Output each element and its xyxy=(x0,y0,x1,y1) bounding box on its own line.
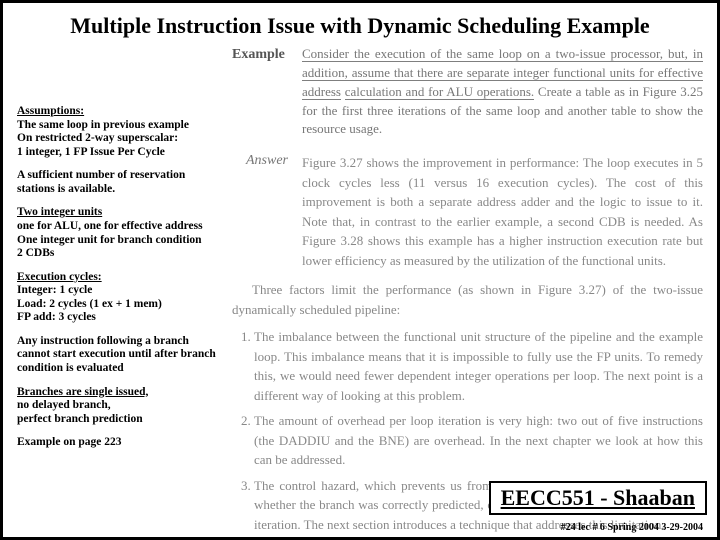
example-row: Example Consider the execution of the sa… xyxy=(232,45,703,139)
single-issue-block: Branches are single issued, no delayed b… xyxy=(17,386,222,427)
footer-course: EECC551 - Shaaban xyxy=(501,485,695,510)
right-column: Example Consider the execution of the sa… xyxy=(232,45,703,540)
page-ref: Example on page 223 xyxy=(17,436,121,448)
slide-title: Multiple Instruction Issue with Dynamic … xyxy=(17,13,703,39)
answer-label: Answer xyxy=(232,153,288,169)
two-int-block: Two integer units one for ALU, one for e… xyxy=(17,206,222,260)
example-text: Consider the execution of the same loop … xyxy=(302,45,703,139)
two-int-heading: Two integer units xyxy=(17,206,102,218)
slide-frame: Multiple Instruction Issue with Dynamic … xyxy=(0,0,720,540)
assumptions-body: The same loop in previous example On res… xyxy=(17,119,189,158)
factors-intro: Three factors limit the performance (as … xyxy=(232,280,703,319)
assumptions-block: Assumptions: The same loop in previous e… xyxy=(17,105,222,159)
factor-item: The imbalance between the functional uni… xyxy=(254,327,703,405)
body-row: Assumptions: The same loop in previous e… xyxy=(17,45,703,540)
branch-follow-block: Any instruction following a branch canno… xyxy=(17,335,222,376)
two-int-body: one for ALU, one for effective address O… xyxy=(17,220,203,259)
footer-course-box: EECC551 - Shaaban xyxy=(489,481,707,515)
branch-follow-text: Any instruction following a branch canno… xyxy=(17,335,216,374)
factor-item: The amount of overhead per loop iteratio… xyxy=(254,411,703,470)
footer-meta: #24 lec # 6 Spring 2004 3-29-2004 xyxy=(561,522,703,533)
answer-row: Answer Figure 3.27 shows the improvement… xyxy=(232,153,703,270)
example-label: Example xyxy=(232,45,288,63)
scanned-text: Example Consider the execution of the sa… xyxy=(232,45,703,534)
exec-heading: Execution cycles: xyxy=(17,271,102,283)
assumptions-heading: Assumptions: xyxy=(17,105,84,117)
reservation-block: A sufficient number of reservation stati… xyxy=(17,169,222,196)
reservation-text: A sufficient number of reservation stati… xyxy=(17,169,185,195)
single-body: no delayed branch, perfect branch predic… xyxy=(17,399,143,425)
exec-body: Integer: 1 cycle Load: 2 cycles (1 ex + … xyxy=(17,284,162,323)
answer-text: Figure 3.27 shows the improvement in per… xyxy=(302,153,703,270)
page-ref-block: Example on page 223 xyxy=(17,436,222,450)
exec-block: Execution cycles: Integer: 1 cycle Load:… xyxy=(17,271,222,325)
example-text-b: calculation and for ALU operations. xyxy=(345,84,534,100)
left-column: Assumptions: The same loop in previous e… xyxy=(17,45,222,540)
single-heading: Branches are single issued, xyxy=(17,386,148,398)
